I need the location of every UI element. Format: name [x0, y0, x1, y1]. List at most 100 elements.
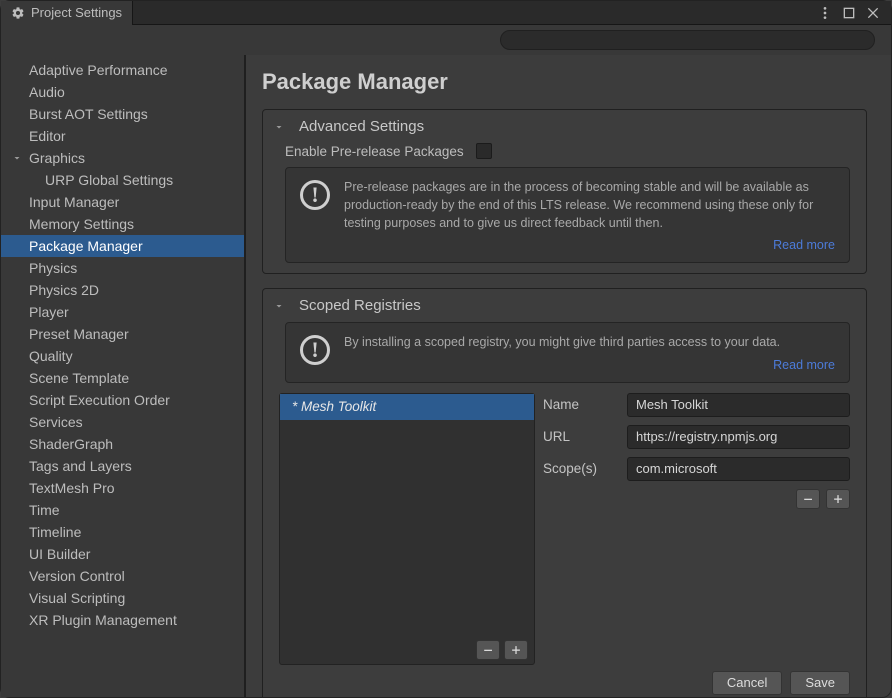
- maximize-icon[interactable]: [841, 5, 857, 21]
- sidebar-item-tags-and-layers[interactable]: Tags and Layers: [1, 455, 244, 477]
- tab-project-settings[interactable]: Project Settings: [1, 1, 133, 25]
- sidebar-item-physics[interactable]: Physics: [1, 257, 244, 279]
- sidebar-item-label: Timeline: [29, 524, 81, 540]
- sidebar-item-physics-2d[interactable]: Physics 2D: [1, 279, 244, 301]
- chevron-down-icon: [11, 152, 23, 164]
- enable-prerelease-row: Enable Pre-release Packages: [285, 143, 850, 159]
- sidebar-item-preset-manager[interactable]: Preset Manager: [1, 323, 244, 345]
- prerelease-read-more-link[interactable]: Read more: [344, 238, 835, 252]
- registry-item-mesh-toolkit[interactable]: * Mesh Toolkit: [280, 394, 534, 420]
- remove-registry-button[interactable]: −: [476, 640, 500, 660]
- sidebar-item-label: Input Manager: [29, 194, 119, 210]
- sidebar-item-memory-settings[interactable]: Memory Settings: [1, 213, 244, 235]
- section-title: Advanced Settings: [299, 118, 424, 135]
- info-icon: !: [300, 335, 330, 365]
- sidebar-item-adaptive-performance[interactable]: Adaptive Performance: [1, 59, 244, 81]
- scoped-info-text: By installing a scoped registry, you mig…: [344, 333, 835, 351]
- sidebar-item-label: ShaderGraph: [29, 436, 113, 452]
- sidebar-item-shadergraph[interactable]: ShaderGraph: [1, 433, 244, 455]
- sidebar-item-label: Quality: [29, 348, 73, 364]
- settings-sidebar: Adaptive Performance Audio Burst AOT Setti…: [1, 55, 246, 697]
- advanced-settings-section: Advanced Settings Enable Pre-release Pac…: [262, 109, 867, 274]
- sidebar-item-time[interactable]: Time: [1, 499, 244, 521]
- scoped-registries-header[interactable]: Scoped Registries: [263, 289, 866, 322]
- registry-item-label: * Mesh Toolkit: [292, 399, 376, 414]
- sidebar-item-label: Time: [29, 502, 60, 518]
- sidebar-item-player[interactable]: Player: [1, 301, 244, 323]
- sidebar-item-label: Services: [29, 414, 83, 430]
- scoped-read-more-link[interactable]: Read more: [344, 358, 835, 372]
- add-registry-button[interactable]: +: [504, 640, 528, 660]
- save-button[interactable]: Save: [790, 671, 850, 695]
- sidebar-item-label: Visual Scripting: [29, 590, 125, 606]
- sidebar-item-label: UI Builder: [29, 546, 90, 562]
- sidebar-item-version-control[interactable]: Version Control: [1, 565, 244, 587]
- sidebar-item-label: Burst AOT Settings: [29, 106, 148, 122]
- registry-form: Name URL Scope(s) − +: [543, 393, 850, 665]
- content-pane: Package Manager Advanced Settings Enable…: [246, 55, 891, 697]
- sidebar-item-label: Graphics: [29, 150, 85, 166]
- enable-prerelease-checkbox[interactable]: [476, 143, 492, 159]
- section-title: Scoped Registries: [299, 297, 421, 314]
- sidebar-item-ui-builder[interactable]: UI Builder: [1, 543, 244, 565]
- prerelease-info-box: ! Pre-release packages are in the proces…: [285, 167, 850, 263]
- close-icon[interactable]: [865, 5, 881, 21]
- sidebar-item-services[interactable]: Services: [1, 411, 244, 433]
- info-icon: !: [300, 180, 330, 210]
- sidebar-item-label: TextMesh Pro: [29, 480, 115, 496]
- registry-url-input[interactable]: [627, 425, 850, 449]
- sidebar-item-label: Preset Manager: [29, 326, 129, 342]
- main-area: Adaptive Performance Audio Burst AOT Setti…: [1, 55, 891, 697]
- sidebar-item-visual-scripting[interactable]: Visual Scripting: [1, 587, 244, 609]
- sidebar-item-quality[interactable]: Quality: [1, 345, 244, 367]
- sidebar-item-label: Memory Settings: [29, 216, 134, 232]
- sidebar-item-label: Version Control: [29, 568, 125, 584]
- sidebar-item-urp-global-settings[interactable]: URP Global Settings: [1, 169, 244, 191]
- name-label: Name: [543, 397, 617, 412]
- chevron-down-icon: [273, 300, 285, 312]
- sidebar-item-burst-aot-settings[interactable]: Burst AOT Settings: [1, 103, 244, 125]
- registry-list: * Mesh Toolkit − +: [279, 393, 535, 665]
- sidebar-item-label: Script Execution Order: [29, 392, 170, 408]
- sidebar-item-label: URP Global Settings: [45, 172, 173, 188]
- chevron-down-icon: [273, 121, 285, 133]
- scoped-registries-section: Scoped Registries ! By installing a scop…: [262, 288, 867, 697]
- url-label: URL: [543, 429, 617, 444]
- sidebar-item-script-execution-order[interactable]: Script Execution Order: [1, 389, 244, 411]
- sidebar-item-editor[interactable]: Editor: [1, 125, 244, 147]
- sidebar-item-timeline[interactable]: Timeline: [1, 521, 244, 543]
- add-scope-button[interactable]: +: [826, 489, 850, 509]
- page-title: Package Manager: [262, 69, 867, 95]
- gear-icon: [11, 6, 25, 20]
- sidebar-item-input-manager[interactable]: Input Manager: [1, 191, 244, 213]
- search-input[interactable]: [500, 30, 875, 50]
- sidebar-item-xr-plugin-management[interactable]: XR Plugin Management: [1, 609, 244, 631]
- sidebar-item-package-manager[interactable]: Package Manager: [1, 235, 244, 257]
- search-row: [1, 25, 891, 55]
- sidebar-item-label: Package Manager: [29, 238, 143, 254]
- sidebar-item-label: Audio: [29, 84, 65, 100]
- sidebar-item-scene-template[interactable]: Scene Template: [1, 367, 244, 389]
- sidebar-item-label: Tags and Layers: [29, 458, 132, 474]
- advanced-settings-header[interactable]: Advanced Settings: [263, 110, 866, 143]
- sidebar-item-graphics[interactable]: Graphics: [1, 147, 244, 169]
- sidebar-item-label: Scene Template: [29, 370, 129, 386]
- scoped-info-box: ! By installing a scoped registry, you m…: [285, 322, 850, 382]
- sidebar-item-label: Adaptive Performance: [29, 62, 168, 78]
- tab-bar: Project Settings: [1, 1, 891, 25]
- enable-prerelease-label: Enable Pre-release Packages: [285, 144, 464, 159]
- cancel-button[interactable]: Cancel: [712, 671, 782, 695]
- sidebar-item-label: Player: [29, 304, 69, 320]
- remove-scope-button[interactable]: −: [796, 489, 820, 509]
- scopes-label: Scope(s): [543, 461, 617, 476]
- sidebar-item-label: Physics 2D: [29, 282, 99, 298]
- options-icon[interactable]: [817, 5, 833, 21]
- sidebar-item-label: XR Plugin Management: [29, 612, 177, 628]
- tab-title: Project Settings: [31, 5, 122, 20]
- sidebar-item-audio[interactable]: Audio: [1, 81, 244, 103]
- registry-name-input[interactable]: [627, 393, 850, 417]
- registry-scope-input[interactable]: [627, 457, 850, 481]
- sidebar-item-textmesh-pro[interactable]: TextMesh Pro: [1, 477, 244, 499]
- prerelease-info-text: Pre-release packages are in the process …: [344, 178, 835, 232]
- sidebar-item-label: Physics: [29, 260, 77, 276]
